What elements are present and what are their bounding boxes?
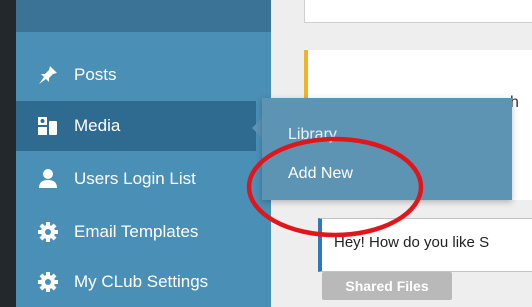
gear-icon [36, 271, 60, 293]
flyout-pointer [252, 118, 262, 138]
sidebar-item-label: Media [74, 116, 121, 135]
sidebar-top-item[interactable] [16, 0, 271, 32]
sidebar-item-label: Email Templates [74, 222, 199, 241]
gear-icon [36, 221, 60, 243]
sidebar-item-email-templates[interactable]: Email Templates [16, 207, 271, 257]
sidebar-item-my-club-settings[interactable]: My CLub Settings [16, 257, 271, 307]
sidebar-item-label: My CLub Settings [74, 272, 209, 291]
sidebar-item-users-login-list[interactable]: Users Login List [16, 154, 271, 204]
submenu-item-library[interactable]: Library [288, 126, 337, 144]
sidebar-item-label: Users Login List [74, 169, 196, 188]
pin-icon [36, 64, 60, 86]
top-panel [304, 0, 532, 23]
media-submenu-flyout: Library Add New [262, 98, 512, 200]
message-text: Hey! How do you like S [334, 234, 490, 251]
shared-files-button[interactable]: Shared Files [322, 272, 452, 300]
media-icon [36, 115, 60, 137]
sidebar-item-posts[interactable]: Posts [16, 50, 271, 100]
sidebar-item-label: Posts [74, 65, 117, 84]
submenu-item-add-new[interactable]: Add New [288, 165, 353, 183]
user-icon [36, 168, 60, 190]
sidebar-item-media[interactable]: Media [16, 101, 256, 151]
message-panel: Hey! How do you like S [318, 218, 532, 272]
admin-edge-strip [0, 0, 16, 307]
